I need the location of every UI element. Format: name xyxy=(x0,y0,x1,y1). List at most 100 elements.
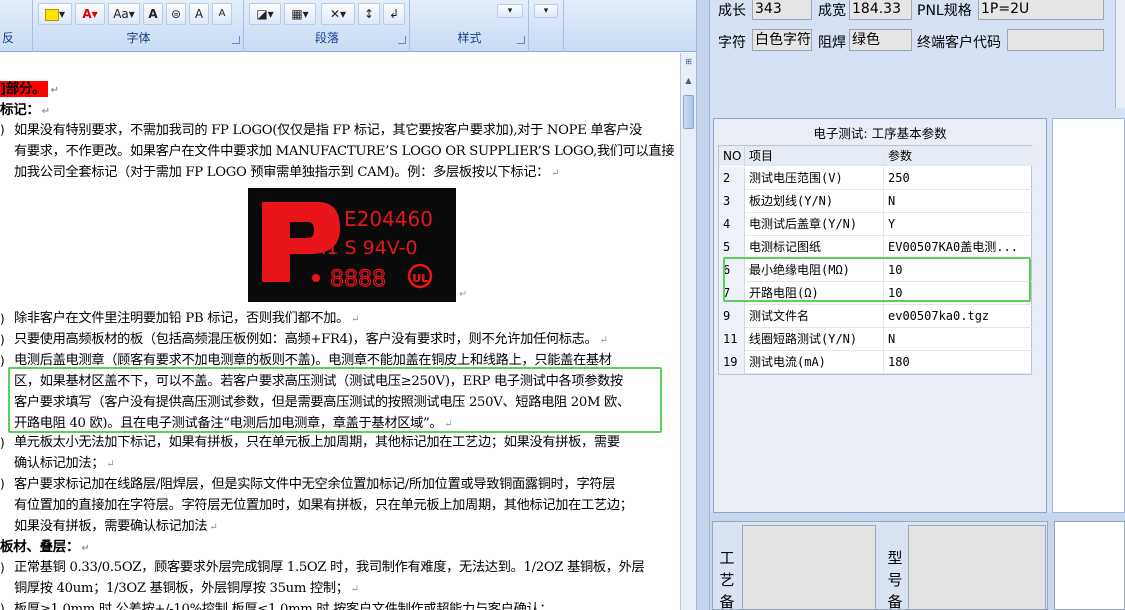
char-border-button[interactable]: A xyxy=(143,3,163,25)
asian-layout-icon: ✕ xyxy=(329,7,341,21)
change-case-icon: Aa▾ xyxy=(113,7,135,21)
erp-form: 成长 343 成宽 184.33 PNL规格 1P=2U 字符 白色字符 阻焊 … xyxy=(710,0,1125,610)
font-color-icon: A xyxy=(82,7,92,21)
list-bullet: ) xyxy=(0,436,5,450)
grow-font-button[interactable]: A xyxy=(189,3,209,25)
para4-line1: 电测后盖电测章（顾客有要求不加电测章的板则不盖)。电测章不能加盖在铜皮上和线路上… xyxy=(14,353,612,368)
field-label-length: 成长 xyxy=(718,3,746,19)
list-bullet: ) xyxy=(0,123,5,137)
para1-line3: 加我公司全套标记（对于需加 FP LOGO 预审需单独指示到 CAM)。例：多层… xyxy=(14,165,560,180)
document-page[interactable]: ]部分。 ↵ 标记： ↵ ) 如果没有特别要求，不需加我司的 FP LOGO(仅仅是… xyxy=(0,53,680,610)
grid-header-item: 项目 xyxy=(746,146,884,166)
table-row[interactable]: 3 板边划线(Y/N) N xyxy=(719,190,1033,213)
paint-bucket-icon: ◪ xyxy=(256,7,268,21)
pane-splitter[interactable] xyxy=(696,0,710,610)
para7-line1: 正常基铜 0.33/0.5OZ，顾客要求外层完成铜厚 1.5OZ 时，我司制作有… xyxy=(14,560,645,575)
row-item: 测试文件名 xyxy=(746,305,884,328)
process-remark-field[interactable] xyxy=(742,525,876,610)
logo-date-code: 8888 xyxy=(330,267,386,292)
ribbon-group-styles: ▾ 样式 xyxy=(411,0,529,52)
table-row[interactable]: 2 测试电压范围(V) 250 xyxy=(719,167,1033,190)
row-item: 板边划线(Y/N) xyxy=(746,190,884,213)
shrink-font-button[interactable]: A xyxy=(212,3,232,25)
enclose-char-button[interactable]: ⊜ xyxy=(166,3,186,25)
row-value[interactable]: N xyxy=(885,328,1031,351)
width-field[interactable]: 184.33 xyxy=(849,0,912,20)
row-value[interactable]: 250 xyxy=(885,167,1031,190)
process-remark-label: 工 艺 备 xyxy=(719,549,735,610)
font-color-button[interactable]: A▾ xyxy=(75,3,105,25)
row-value[interactable]: 10 xyxy=(885,282,1031,305)
para7-line2: 铜厚按 40um；1/3OZ 基铜板，外层铜厚按 35um 控制； ↵ xyxy=(14,581,359,596)
scrollbar-thumb[interactable] xyxy=(683,95,694,129)
char-border-icon: A xyxy=(148,7,158,21)
side-panel xyxy=(1052,118,1125,513)
font-dialog-launcher-icon[interactable] xyxy=(232,36,240,44)
row-value[interactable]: 10 xyxy=(885,259,1031,282)
ul-logo-image: E204460 M1 S 94V-0 8888 ᴜʟ xyxy=(248,188,456,302)
para6-line3: 如果没有拼板，需要确认标记加法 ↵ xyxy=(14,519,218,534)
side-remark-field[interactable] xyxy=(1054,521,1125,610)
sort-button[interactable]: ↕ xyxy=(358,3,380,25)
para4-line2: 区，如果基材区盖不下，可以不盖。若客户要求高压测试（测试电压≥250V)，ERP… xyxy=(14,374,623,389)
row-no: 5 xyxy=(719,236,745,259)
section-heading-board: 板材、叠层： ↵ xyxy=(0,539,90,555)
para2-line: 除非客户在文件里注明要加铅 PB 标记，否则我们都不加。 ↵ xyxy=(14,311,360,326)
row-item: 最小绝缘电阻(MΩ) xyxy=(746,259,884,282)
end-customer-code-field[interactable] xyxy=(1007,29,1104,51)
soldermask-color-field[interactable]: 绿色 xyxy=(849,29,912,51)
table-row[interactable]: 19 测试电流(mA) 180 xyxy=(719,351,1033,374)
table-row[interactable]: 11 线圈短路测试(Y/N) N xyxy=(719,328,1033,351)
table-row[interactable]: 6 最小绝缘电阻(MΩ) 10 xyxy=(719,259,1033,282)
paragraph-mark-icon: ↲ xyxy=(388,7,400,21)
model-remark-field[interactable] xyxy=(908,525,1046,610)
row-item: 线圈短路测试(Y/N) xyxy=(746,328,884,351)
chevron-down-icon: ▾ xyxy=(507,6,513,16)
show-marks-button[interactable]: ↲ xyxy=(383,3,405,25)
top-section-scrollbar[interactable] xyxy=(1115,0,1125,108)
paragraph-dialog-launcher-icon[interactable] xyxy=(398,36,406,44)
editing-menu-button[interactable]: ▾ xyxy=(534,4,558,18)
para5-line2: 确认标记加法； ↵ xyxy=(14,456,115,471)
table-row[interactable]: 7 开路电阻(Ω) 10 xyxy=(719,282,1033,305)
length-field[interactable]: 343 xyxy=(752,0,812,20)
ribbon-group-label: 字体 xyxy=(126,31,151,45)
table-row[interactable]: 4 电测试后盖章(Y/N) Y xyxy=(719,213,1033,236)
ribbon-group-font: ▾ A▾ Aa▾ A ⊜ A A 字体 xyxy=(34,0,244,52)
row-value[interactable]: ev00507ka0.tgz xyxy=(885,305,1031,328)
field-label-legend: 字符 xyxy=(718,35,746,51)
ribbon-group-clipboard: 反 xyxy=(0,0,33,52)
styles-scroll-button[interactable]: ▾ xyxy=(497,4,523,18)
legend-color-field[interactable]: 白色字符 xyxy=(752,29,812,51)
row-no: 3 xyxy=(719,190,745,213)
row-value[interactable]: N xyxy=(885,190,1031,213)
row-no: 19 xyxy=(719,351,745,374)
parameter-grid[interactable]: NO 项目 参数 2 测试电压范围(V) 250 3 板边划线(Y/N) N 4… xyxy=(718,145,1033,375)
list-bullet: ) xyxy=(0,354,5,368)
row-item: 开路电阻(Ω) xyxy=(746,282,884,305)
ruler-toggle-icon[interactable]: ⊞ xyxy=(683,56,694,67)
row-value[interactable]: EV00507KA0盖电测... xyxy=(885,236,1031,259)
borders-button[interactable]: ▦▾ xyxy=(284,3,316,25)
para4-line3: 客户要求填写（客户没有提供高压测试参数，但是需要高压测试的按照测试电压 250V… xyxy=(14,395,630,410)
list-bullet: ) xyxy=(0,602,5,610)
change-case-button[interactable]: Aa▾ xyxy=(108,3,140,25)
ribbon-group-label: 样式 xyxy=(457,31,482,45)
row-no: 11 xyxy=(719,328,745,351)
list-bullet: ) xyxy=(0,477,5,491)
pnl-spec-field[interactable]: 1P=2U xyxy=(978,0,1104,20)
field-label-width: 成宽 xyxy=(818,3,846,19)
document-scrollbar[interactable]: ⊞ ▲ xyxy=(680,53,696,610)
border-icon: ▦ xyxy=(291,7,303,21)
row-no: 4 xyxy=(719,213,745,236)
table-row[interactable]: 9 测试文件名 ev00507ka0.tgz xyxy=(719,305,1033,328)
table-row[interactable]: 5 电测标记图纸 EV00507KA0盖电测... xyxy=(719,236,1033,259)
row-value[interactable]: Y xyxy=(885,213,1031,236)
styles-dialog-launcher-icon[interactable] xyxy=(517,36,525,44)
text-direction-button[interactable]: ✕▾ xyxy=(321,3,355,25)
highlight-color-button[interactable]: ▾ xyxy=(38,3,72,25)
row-value[interactable]: 180 xyxy=(885,351,1031,374)
row-no: 2 xyxy=(719,167,745,190)
scroll-up-icon[interactable]: ▲ xyxy=(683,75,694,86)
shading-button[interactable]: ◪▾ xyxy=(249,3,281,25)
